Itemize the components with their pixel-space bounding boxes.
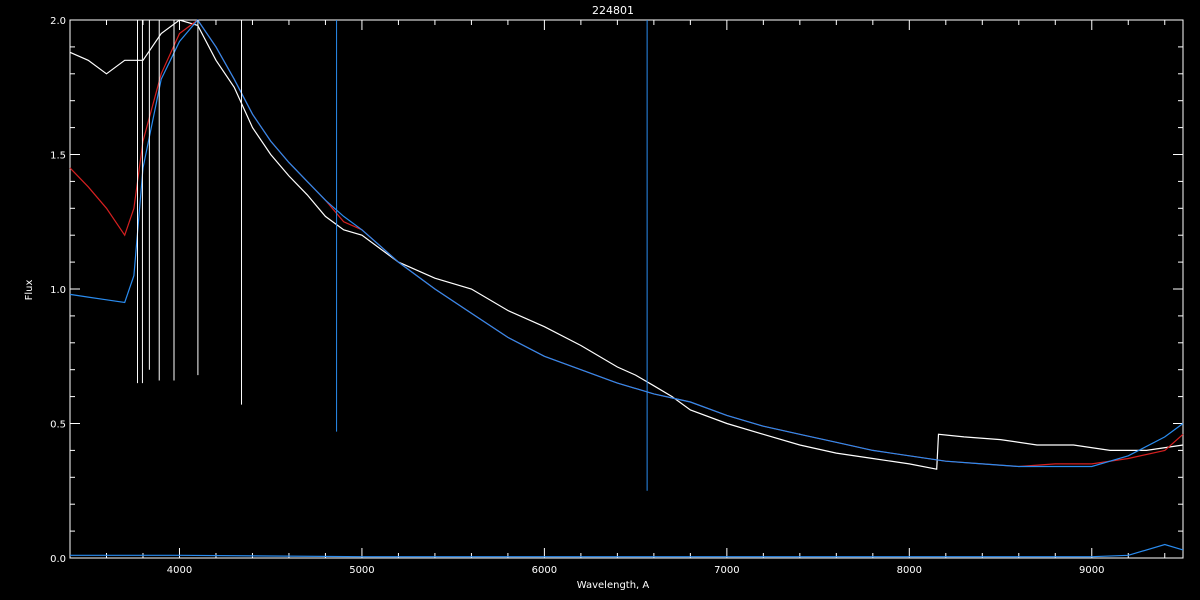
y-tick-label: 2.0 bbox=[50, 16, 66, 27]
x-tick-label: 9000 bbox=[1079, 565, 1104, 576]
x-tick-label: 5000 bbox=[349, 565, 374, 576]
y-tick-label: 0.5 bbox=[50, 420, 66, 431]
y-tick-label: 1.0 bbox=[50, 285, 66, 296]
y-tick-label: 0.0 bbox=[50, 554, 66, 565]
y-axis-label: Flux bbox=[24, 280, 35, 301]
chart-background bbox=[0, 0, 1200, 600]
y-tick-label: 1.5 bbox=[50, 151, 66, 162]
spectrum-chart: 224801 4000 5000 6000 7000 8000 9000 0.0 0.5 1.0… bbox=[0, 0, 1200, 600]
x-tick-label: 7000 bbox=[714, 565, 739, 576]
x-tick-label: 4000 bbox=[167, 565, 192, 576]
x-tick-label: 6000 bbox=[532, 565, 557, 576]
x-axis-label: Wavelength, A bbox=[577, 580, 650, 591]
chart-title: 224801 bbox=[592, 4, 634, 17]
x-tick-label: 8000 bbox=[897, 565, 922, 576]
